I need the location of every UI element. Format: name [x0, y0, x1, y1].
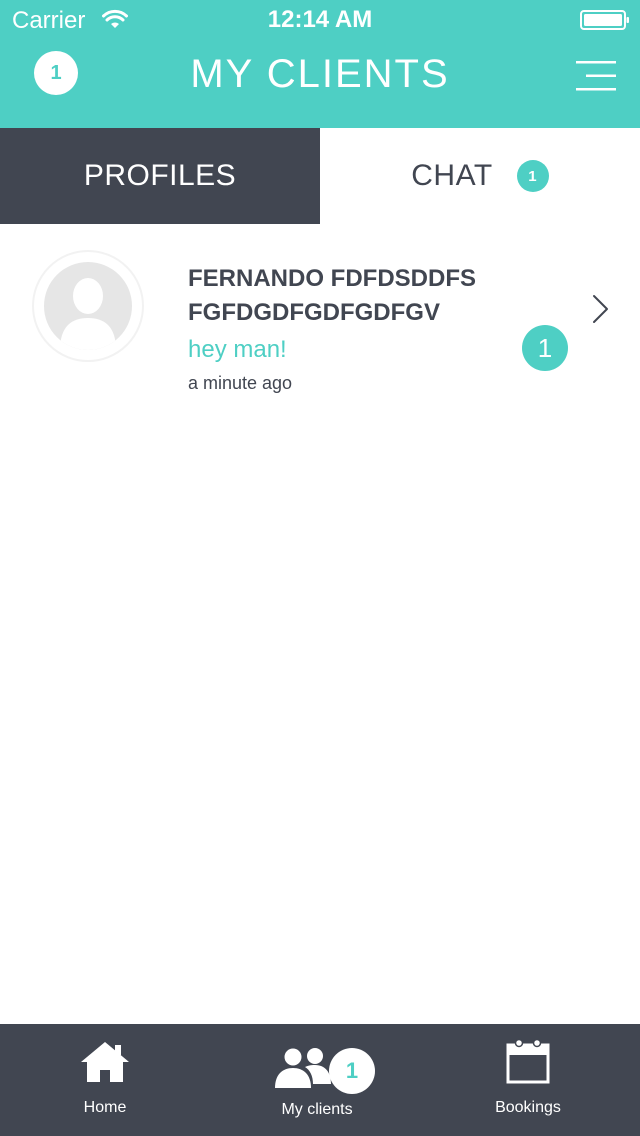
- nav-bookings-label: Bookings: [495, 1099, 561, 1116]
- nav-home[interactable]: Home: [25, 1024, 185, 1136]
- nav-my-clients[interactable]: 1 My clients: [237, 1024, 397, 1136]
- chevron-right-icon[interactable]: [592, 294, 610, 324]
- page-title: MY CLIENTS: [190, 52, 450, 96]
- header-bar: Carrier 12:14 AM 1 MY CLIENTS: [0, 0, 640, 128]
- tab-profiles[interactable]: PROFILES: [0, 128, 320, 224]
- last-message: hey man!: [188, 336, 287, 363]
- avatar: [32, 250, 144, 362]
- message-timestamp: a minute ago: [188, 373, 293, 393]
- home-icon: [81, 1042, 129, 1082]
- segment-tabs: PROFILES CHAT 1: [0, 128, 640, 224]
- clients-icon: [275, 1048, 331, 1088]
- client-name: FERNANDO FDFDSDDFS FGFDGDFGDFGDFGV: [188, 265, 476, 326]
- status-bar: Carrier 12:14 AM: [0, 0, 640, 40]
- chat-list: FERNANDO FDFDSDDFS FGFDGDFGDFGDFGV hey m…: [0, 224, 640, 404]
- hamburger-menu-icon[interactable]: [576, 60, 616, 92]
- battery-full-icon: [580, 10, 629, 30]
- nav-home-label: Home: [83, 1099, 127, 1116]
- clients-badge: 1: [329, 1048, 375, 1094]
- chat-unread-badge: 1: [516, 160, 549, 192]
- calendar-icon: [506, 1038, 550, 1084]
- default-avatar-icon: [60, 278, 116, 350]
- nav-my-clients-label: My clients: [281, 1101, 353, 1118]
- nav-bookings[interactable]: Bookings: [448, 1024, 608, 1136]
- bottom-tab-bar: Home 1 My clients Bookings: [0, 1024, 640, 1136]
- tab-chat[interactable]: CHAT 1: [320, 128, 640, 224]
- clock-time: 12:14 AM: [267, 6, 373, 33]
- tab-profiles-label: PROFILES: [83, 159, 237, 192]
- unread-count-badge: 1: [522, 325, 568, 371]
- tab-chat-label: CHAT: [411, 159, 493, 192]
- chat-list-item[interactable]: FERNANDO FDFDSDDFS FGFDGDFGDFGDFGV hey m…: [0, 224, 640, 404]
